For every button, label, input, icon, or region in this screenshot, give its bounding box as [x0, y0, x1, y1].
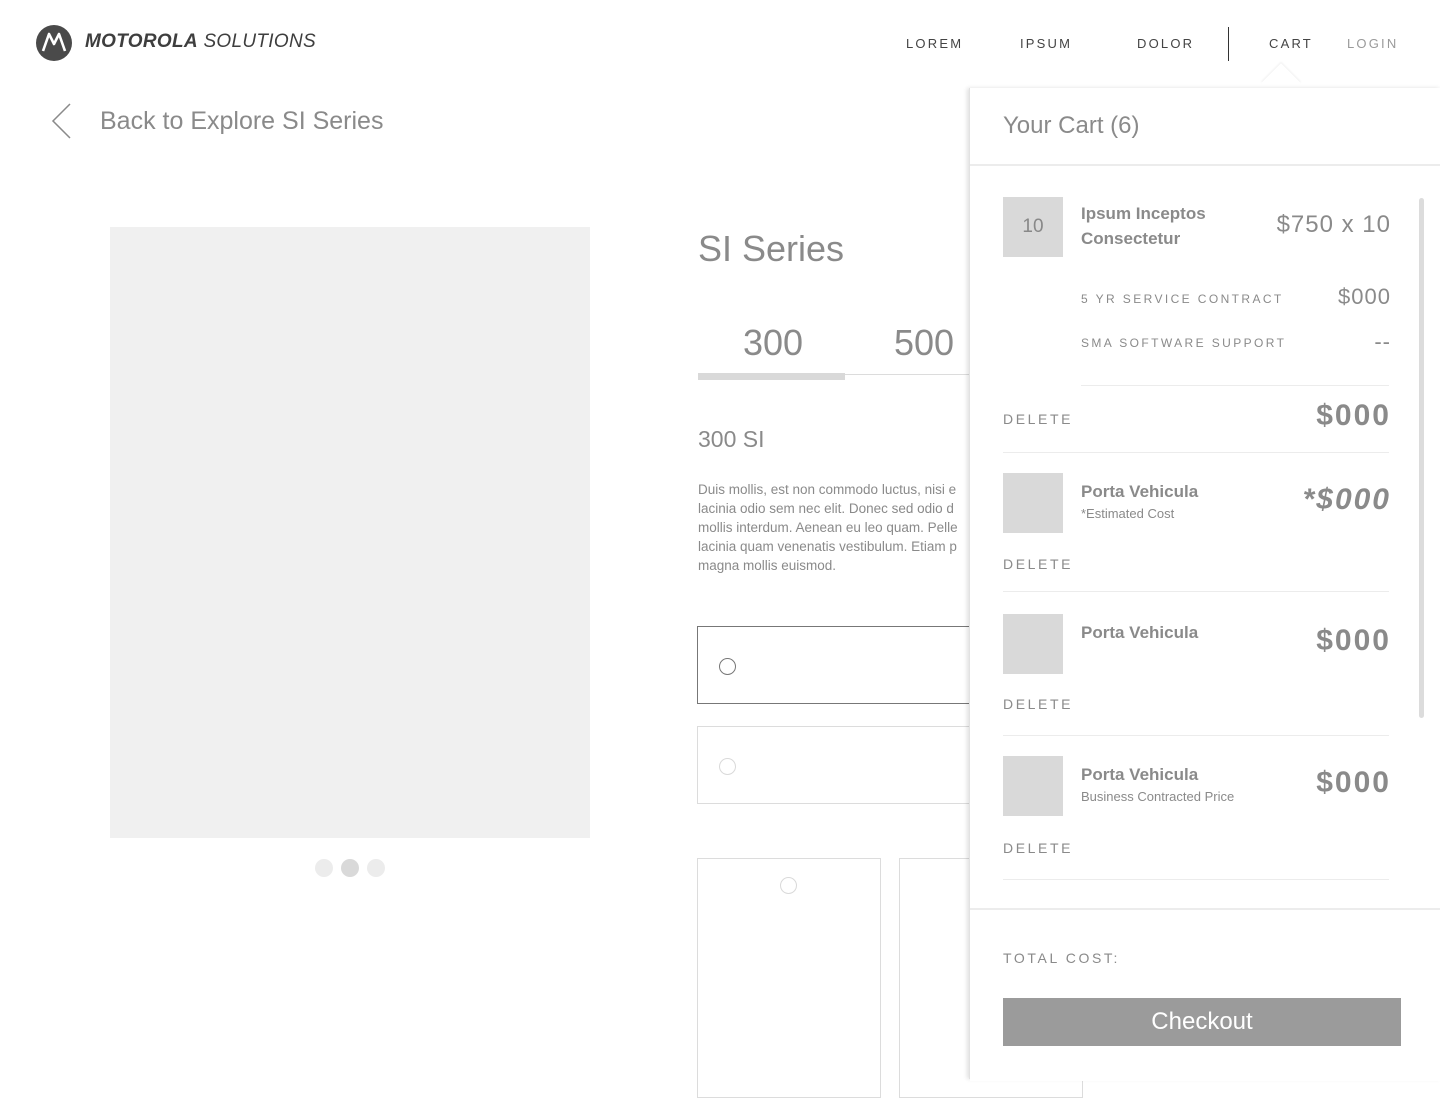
cart-flyout: Your Cart (6) 10 Ipsum Inceptos Consecte…: [969, 88, 1440, 1081]
brand-name-light: SOLUTIONS: [197, 31, 316, 52]
carousel-dot-1[interactable]: [315, 859, 333, 877]
item-price: *$000: [1302, 483, 1391, 516]
checkout-button[interactable]: Checkout: [1003, 998, 1401, 1046]
cart-header: Your Cart (6): [970, 88, 1440, 166]
item-price: $000: [1316, 766, 1391, 799]
item-quantity-badge: 10: [1003, 197, 1063, 257]
delete-button[interactable]: DELETE: [1003, 411, 1073, 427]
addon-value-service-contract: $000: [1338, 284, 1391, 309]
item-total-price: $000: [1316, 399, 1391, 432]
nav-divider: [1228, 27, 1229, 61]
item-name: Porta Vehicula: [1081, 623, 1199, 642]
item-thumbnail: [1003, 756, 1063, 816]
product-description: Duis mollis, est non commodo luctus, nis…: [698, 482, 958, 573]
item-unit-price: $750 x 10: [1276, 211, 1391, 238]
option-box-2[interactable]: [697, 726, 997, 804]
addon-label-service-contract: 5 YR SERVICE CONTRACT: [1081, 292, 1284, 306]
carousel-dot-3[interactable]: [367, 859, 385, 877]
product-image-placeholder: [110, 227, 590, 838]
product-title: SI Series: [698, 228, 845, 269]
motorola-logo-icon[interactable]: [36, 25, 72, 61]
option-box-1[interactable]: [697, 626, 997, 704]
tab-300[interactable]: 300: [743, 322, 803, 364]
item-note: Business Contracted Price: [1081, 789, 1235, 804]
delete-button[interactable]: DELETE: [1003, 840, 1073, 856]
tab-500[interactable]: 500: [894, 322, 954, 364]
item-separator: [1003, 452, 1389, 453]
item-name-line-2: Consectetur: [1081, 229, 1181, 248]
total-cost-label: TOTAL COST:: [1003, 950, 1121, 966]
carousel-dot-2[interactable]: [341, 859, 359, 877]
tab-active-indicator: [698, 373, 845, 380]
option-radio-2[interactable]: [719, 758, 736, 775]
nav-ipsum[interactable]: IPSUM: [1020, 36, 1072, 51]
item-note: *Estimated Cost: [1081, 506, 1175, 521]
delete-button[interactable]: DELETE: [1003, 696, 1073, 712]
nav-dolor[interactable]: DOLOR: [1137, 36, 1194, 51]
cart-footer: TOTAL COST: Checkout: [970, 908, 1440, 1081]
item-name: Porta Vehicula: [1081, 482, 1199, 501]
addon-separator: [1081, 385, 1389, 386]
nav-cart[interactable]: CART: [1269, 36, 1313, 51]
chevron-left-icon: [51, 103, 71, 139]
brand-name-bold: MOTOROLA: [85, 31, 198, 52]
addon-value-software-support: --: [1374, 329, 1391, 354]
nav-login[interactable]: LOGIN: [1347, 36, 1398, 51]
item-name: Ipsum Inceptos Consectetur: [1081, 201, 1206, 251]
item-separator: [1003, 735, 1389, 736]
item-thumbnail: [1003, 473, 1063, 533]
cart-scrollbar[interactable]: [1419, 198, 1424, 718]
item-name-line-1: Ipsum Inceptos: [1081, 204, 1206, 223]
item-price: $000: [1316, 624, 1391, 657]
item-thumbnail: [1003, 614, 1063, 674]
option-card-1[interactable]: [697, 858, 881, 1098]
site-header: MOTOROLA SOLUTIONS LOREM IPSUM DOLOR CAR…: [0, 0, 1440, 88]
item-separator: [1003, 879, 1389, 880]
option-card-radio-1[interactable]: [780, 877, 797, 894]
nav-lorem[interactable]: LOREM: [906, 36, 963, 51]
item-name: Porta Vehicula: [1081, 765, 1199, 784]
option-radio-1[interactable]: [719, 658, 736, 675]
addon-label-software-support: SMA SOFTWARE SUPPORT: [1081, 336, 1287, 350]
brand-name[interactable]: MOTOROLA SOLUTIONS: [85, 31, 316, 53]
item-separator: [1003, 591, 1389, 592]
back-link-label: Back to Explore SI Series: [100, 107, 384, 135]
cart-title: Your Cart (6): [1003, 112, 1140, 139]
delete-button[interactable]: DELETE: [1003, 556, 1073, 572]
product-subtitle: 300 SI: [698, 426, 765, 452]
